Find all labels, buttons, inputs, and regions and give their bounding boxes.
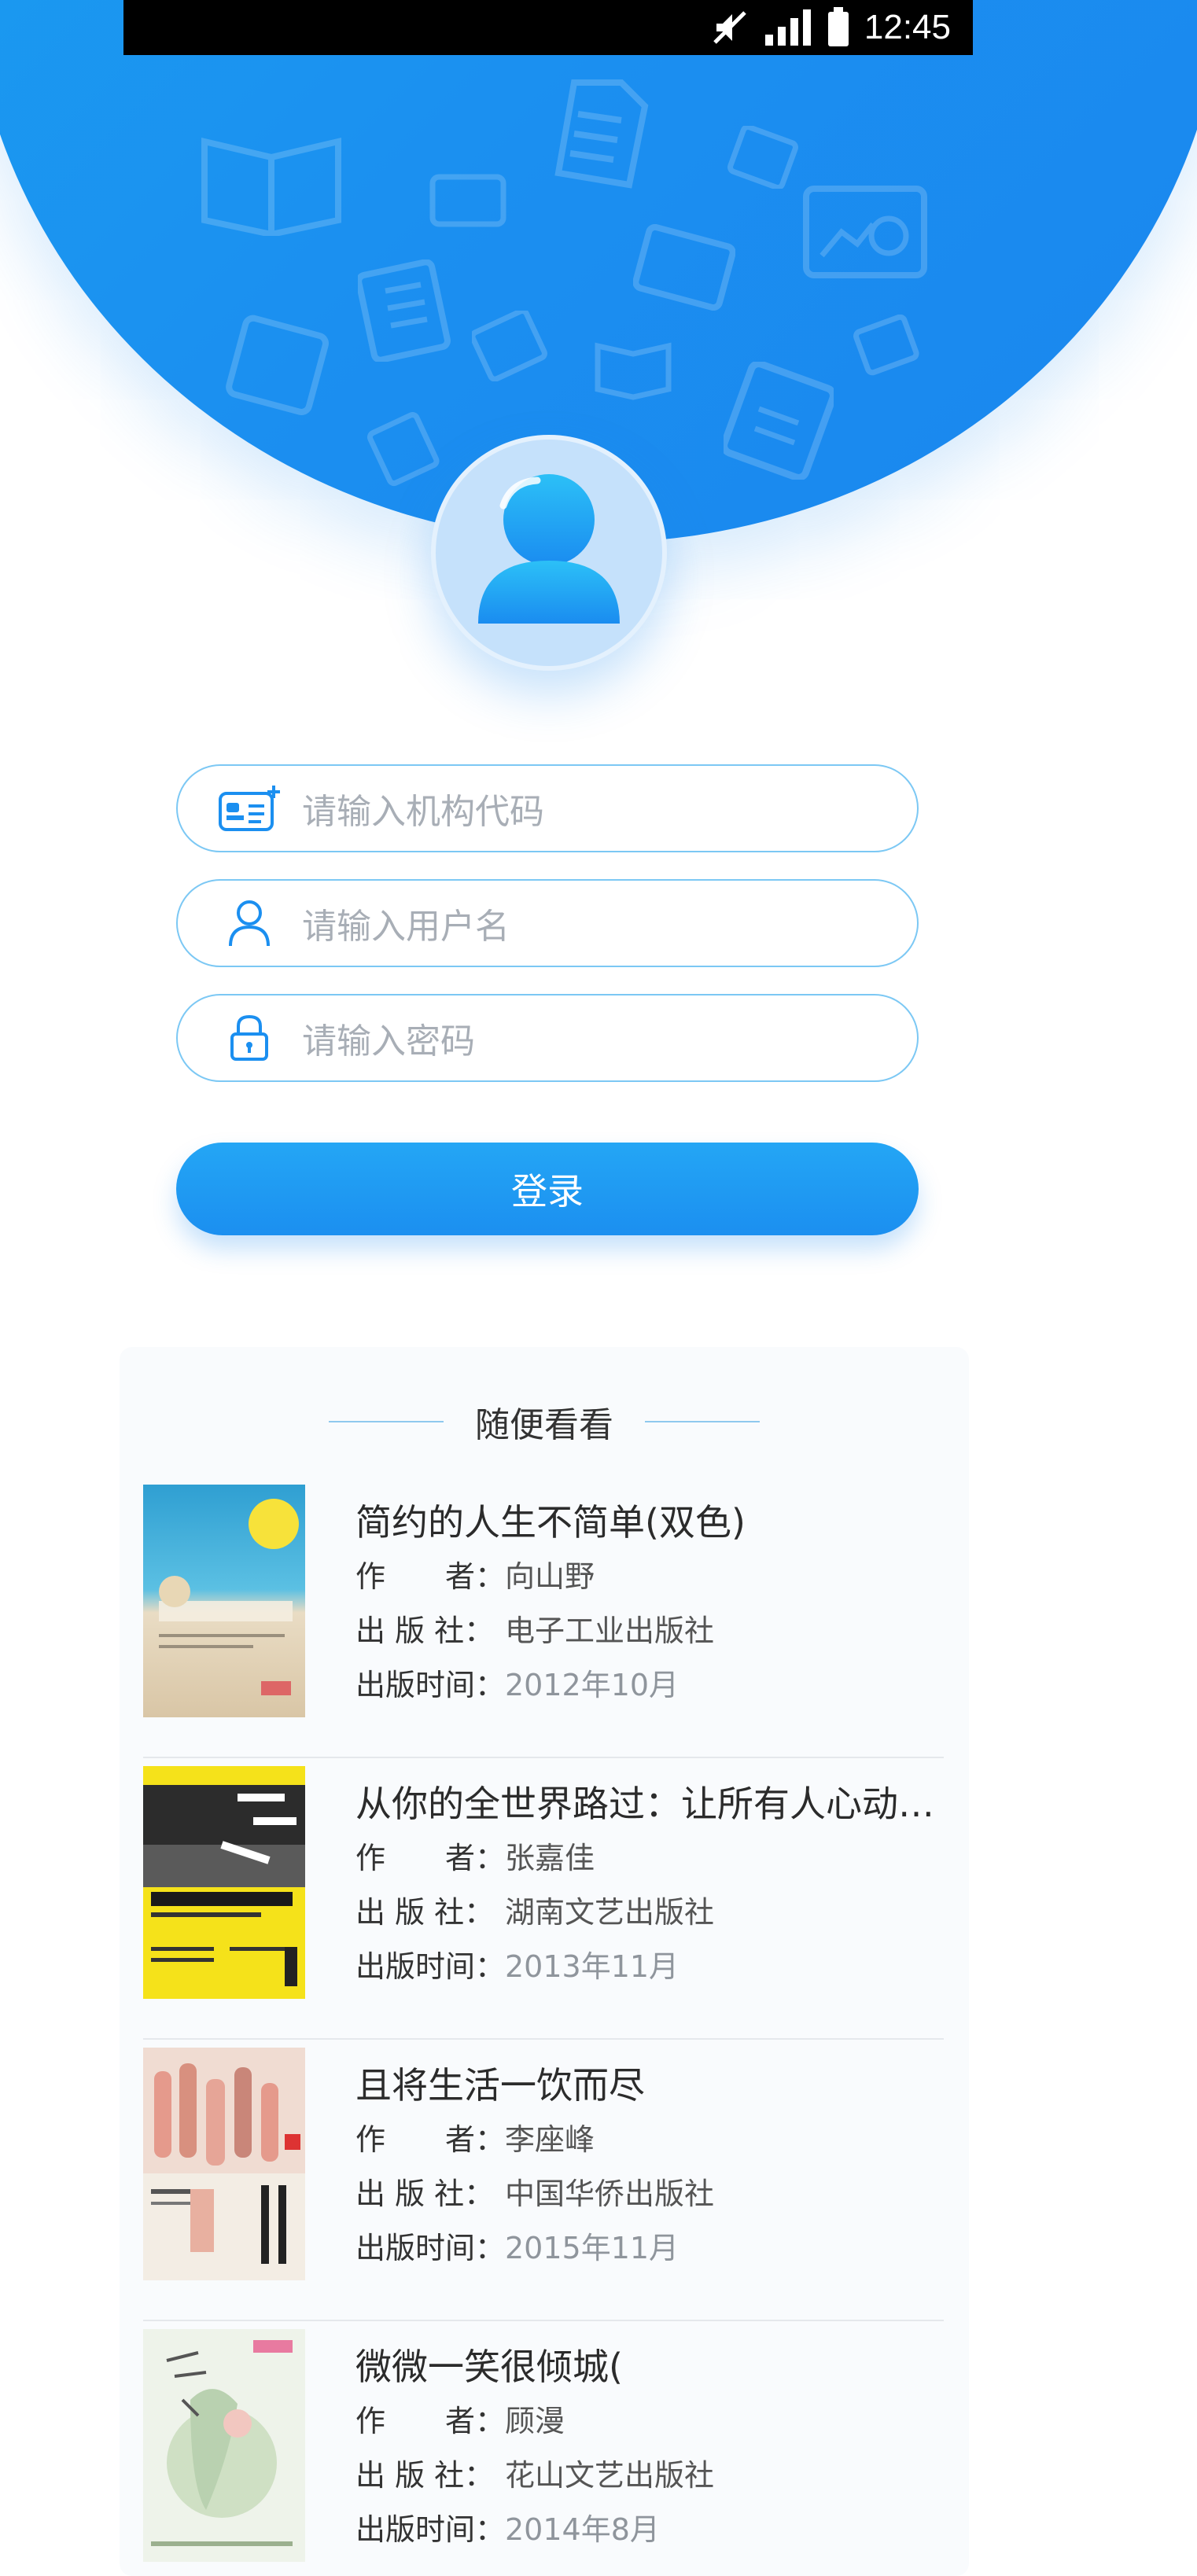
publisher-label: 出 版 社： xyxy=(355,2458,495,2493)
login-screen: 12:45 请输入机构代码 请输入用户名 请输入密码 登录 随便看看 简约的人生… xyxy=(0,0,1197,2576)
book-title: 从你的全世界路过：让所有人心动的故事 xyxy=(355,1783,937,1823)
username-field[interactable]: 请输入用户名 xyxy=(176,879,919,967)
book-date: 2012年10月 xyxy=(505,1668,680,1702)
login-button[interactable]: 登录 xyxy=(176,1143,919,1235)
sheet-decor-icon xyxy=(366,412,440,487)
book-author: 李座峰 xyxy=(505,2122,595,2157)
book-author-row: 作 者： 张嘉佳 xyxy=(355,1834,937,1877)
status-bar: 12:45 xyxy=(123,0,973,55)
date-label: 出版时间： xyxy=(355,2512,506,2547)
publisher-label: 出 版 社： xyxy=(355,1895,495,1930)
book-item[interactable]: 简约的人生不简单(双色) 作 者： 向山野 出 版 社： 电子工业出版社 出版时… xyxy=(143,1477,944,1758)
date-label: 出版时间： xyxy=(355,2231,506,2265)
publisher-label: 出 版 社： xyxy=(355,1614,495,1648)
publisher-label: 出 版 社： xyxy=(355,2177,495,2211)
book-date-row: 出版时间： 2013年11月 xyxy=(355,1942,937,1985)
book-date: 2015年11月 xyxy=(505,2231,680,2265)
org-code-input[interactable]: 请输入机构代码 xyxy=(302,783,544,834)
org-code-field[interactable]: 请输入机构代码 xyxy=(176,764,919,852)
book-item[interactable]: 且将生活一饮而尽 作 者： 李座峰 出 版 社： 中国华侨出版社 出版时间： 2… xyxy=(143,2040,944,2321)
id-card-icon xyxy=(214,777,285,840)
book-publisher: 电子工业出版社 xyxy=(505,1614,715,1648)
user-icon xyxy=(214,892,285,955)
book-publisher-row: 出 版 社： 中国华侨出版社 xyxy=(355,2169,937,2213)
author-label: 作 者： xyxy=(355,2122,506,2157)
lock-icon xyxy=(214,1006,285,1069)
ticket-decor-icon xyxy=(472,311,547,381)
date-label: 出版时间： xyxy=(355,1949,506,1984)
paper-decor-icon xyxy=(358,259,451,362)
book-publisher-row: 出 版 社： 电子工业出版社 xyxy=(355,1606,937,1650)
book-date-row: 出版时间： 2014年8月 xyxy=(355,2505,937,2548)
signal-icon xyxy=(764,9,811,46)
book-cover xyxy=(143,2048,305,2280)
book-publisher-row: 出 版 社： 花山文艺出版社 xyxy=(355,2451,937,2494)
book-title: 简约的人生不简单(双色) xyxy=(355,1501,746,1541)
date-label: 出版时间： xyxy=(355,1668,506,1702)
book-author: 顾漫 xyxy=(505,2404,565,2438)
book-author-row: 作 者： 李座峰 xyxy=(355,2115,937,2158)
book-info: 且将生活一饮而尽 作 者： 李座峰 出 版 社： 中国华侨出版社 出版时间： 2… xyxy=(355,2057,937,2267)
book-publisher-row: 出 版 社： 湖南文艺出版社 xyxy=(355,1888,937,1931)
avatar xyxy=(431,435,667,671)
book-info: 从你的全世界路过：让所有人心动的故事 作 者： 张嘉佳 出 版 社： 湖南文艺出… xyxy=(355,1776,937,1985)
mute-icon xyxy=(713,11,746,44)
divider-left xyxy=(329,1421,444,1422)
book-publisher: 湖南文艺出版社 xyxy=(505,1895,715,1930)
book-item[interactable]: 从你的全世界路过：让所有人心动的故事 作 者： 张嘉佳 出 版 社： 湖南文艺出… xyxy=(143,1758,944,2040)
password-field[interactable]: 请输入密码 xyxy=(176,994,919,1082)
book-title: 且将生活一饮而尽 xyxy=(355,2064,645,2104)
folder-decor-icon xyxy=(226,315,329,415)
book-info: 简约的人生不简单(双色) 作 者： 向山野 出 版 社： 电子工业出版社 出版时… xyxy=(355,1494,937,1704)
username-input[interactable]: 请输入用户名 xyxy=(302,898,510,948)
status-time: 12:45 xyxy=(864,8,951,46)
section-header: 随便看看 xyxy=(120,1394,969,1449)
book-decor-icon xyxy=(724,362,834,480)
magazine-decor-icon xyxy=(633,224,735,311)
book-author-row: 作 者： 向山野 xyxy=(355,1552,937,1595)
author-label: 作 者： xyxy=(355,1841,506,1875)
book-publisher: 中国华侨出版社 xyxy=(505,2177,715,2211)
card-decor-icon xyxy=(429,174,506,227)
book-author: 向山野 xyxy=(505,1559,595,1594)
battery-icon xyxy=(827,7,849,46)
user-avatar-icon xyxy=(478,474,620,624)
section-title: 随便看看 xyxy=(475,1405,613,1445)
open-book-decor-icon xyxy=(201,137,341,236)
divider-right xyxy=(645,1421,760,1422)
document-decor-icon xyxy=(554,79,649,189)
book-date-row: 出版时间： 2012年10月 xyxy=(355,1661,937,1704)
book-publisher: 花山文艺出版社 xyxy=(505,2458,715,2493)
book-info: 微微一笑很倾城( 作 者： 顾漫 出 版 社： 花山文艺出版社 出版时间： 20… xyxy=(355,2339,937,2548)
book-date: 2013年11月 xyxy=(505,1949,680,1984)
book-item[interactable]: 微微一笑很倾城( 作 者： 顾漫 出 版 社： 花山文艺出版社 出版时间： 20… xyxy=(143,2321,944,2576)
book-cover xyxy=(143,1766,305,1999)
note-decor-icon xyxy=(727,126,798,189)
book-date-row: 出版时间： 2015年11月 xyxy=(355,2224,937,2267)
book-closed-decor-icon xyxy=(595,342,672,400)
author-label: 作 者： xyxy=(355,1559,506,1594)
password-input[interactable]: 请输入密码 xyxy=(302,1013,475,1063)
book-author-row: 作 者： 顾漫 xyxy=(355,2397,937,2440)
book-date: 2014年8月 xyxy=(505,2512,660,2547)
author-label: 作 者： xyxy=(355,2404,506,2438)
book-cover xyxy=(143,1485,305,1717)
newspaper-decor-icon xyxy=(803,186,927,278)
book-title: 微微一笑很倾城( xyxy=(355,2346,623,2386)
small-note-decor-icon xyxy=(853,315,919,376)
book-author: 张嘉佳 xyxy=(505,1841,595,1875)
book-list-panel: 随便看看 简约的人生不简单(双色) 作 者： 向山野 出 版 社： 电子工业出版… xyxy=(120,1347,969,2576)
book-cover xyxy=(143,2329,305,2562)
